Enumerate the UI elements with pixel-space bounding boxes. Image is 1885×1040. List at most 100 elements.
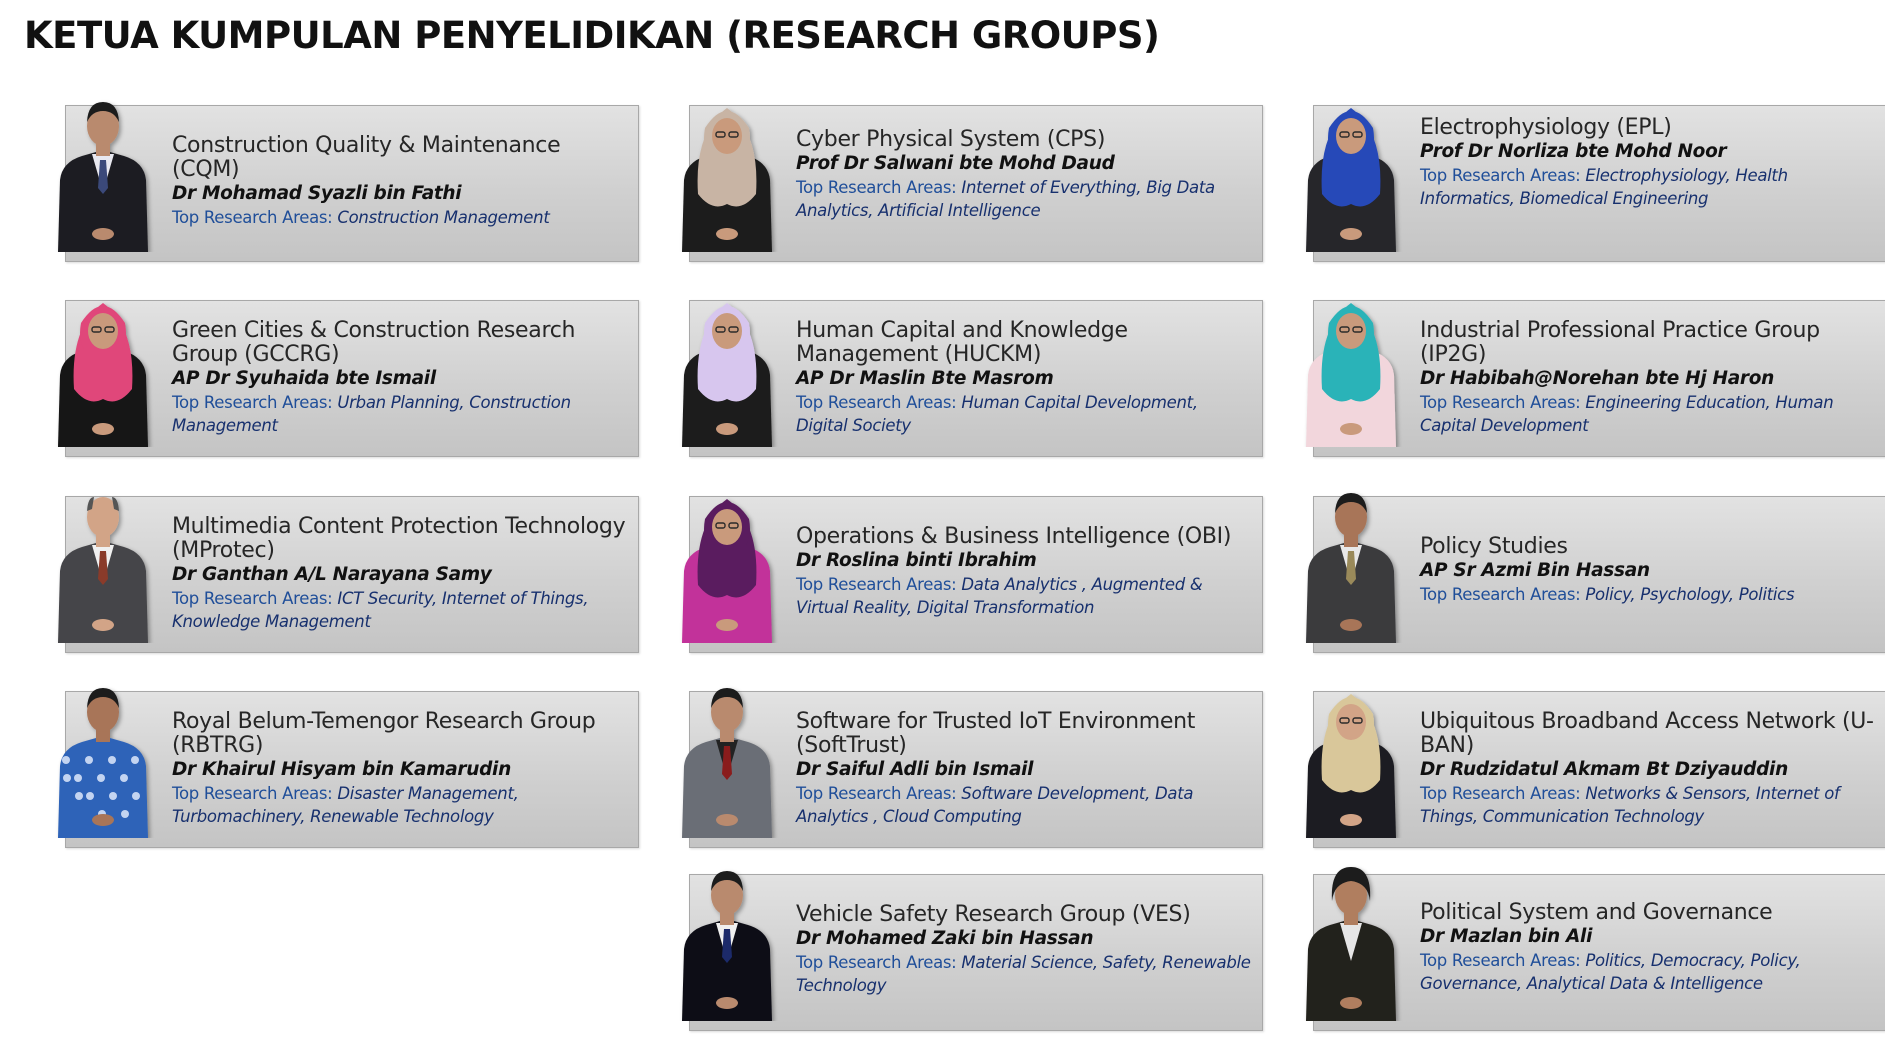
research-group-card: Policy Studies AP Sr Azmi Bin Hassan Top R… bbox=[1306, 493, 1885, 653]
group-name: Green Cities & Construction Research Gro… bbox=[172, 318, 576, 367]
leader-photo bbox=[672, 475, 782, 643]
research-areas: Top Research Areas: Urban Planning, Cons… bbox=[172, 391, 630, 437]
research-group-card: Construction Quality & Maintenance (CQM)… bbox=[58, 102, 639, 262]
group-leader: Dr Mohamed Zaki bin Hassan bbox=[796, 928, 1094, 949]
leader-photo bbox=[672, 84, 782, 252]
research-group-card: Cyber Physical System (CPS) Prof Dr Salwa… bbox=[682, 105, 1263, 262]
leader-photo bbox=[1296, 475, 1406, 643]
group-text: Industrial Professional Practice Group (… bbox=[1420, 319, 1878, 437]
research-areas-label: Top Research Areas: bbox=[796, 784, 962, 803]
research-areas: Top Research Areas: Politics, Democracy,… bbox=[1420, 949, 1878, 995]
research-areas-label: Top Research Areas: bbox=[172, 208, 338, 227]
group-name: Human Capital and Knowledge Management (… bbox=[796, 318, 1128, 367]
group-text: Multimedia Content Protection Technology… bbox=[172, 515, 630, 633]
leader-photo bbox=[672, 853, 782, 1021]
research-areas-label: Top Research Areas: bbox=[1420, 951, 1586, 970]
research-group-card: Industrial Professional Practice Group (… bbox=[1306, 300, 1885, 457]
research-areas: Top Research Areas: Data Analytics , Aug… bbox=[796, 573, 1254, 619]
research-group-card: Vehicle Safety Research Group (VES) Dr Mo… bbox=[682, 871, 1263, 1031]
group-text: Construction Quality & Maintenance (CQM)… bbox=[172, 134, 630, 229]
leader-photo bbox=[48, 475, 158, 643]
research-group-card: Green Cities & Construction Research Gro… bbox=[58, 300, 639, 457]
group-text: Cyber Physical System (CPS) Prof Dr Salwa… bbox=[796, 128, 1254, 222]
research-areas: Top Research Areas: Electrophysiology, H… bbox=[1420, 164, 1878, 210]
research-areas-label: Top Research Areas: bbox=[172, 393, 338, 412]
research-areas-label: Top Research Areas: bbox=[796, 575, 962, 594]
group-leader: Dr Roslina binti Ibrahim bbox=[796, 550, 1037, 571]
group-leader: Dr Ganthan A/L Narayana Samy bbox=[172, 564, 492, 585]
group-name: Ubiquitous Broadband Access Network (U-B… bbox=[1420, 709, 1874, 758]
leader-photo bbox=[1296, 279, 1406, 447]
group-text: Software for Trusted IoT Environment (So… bbox=[796, 710, 1254, 828]
research-areas: Top Research Areas: Engineering Educatio… bbox=[1420, 391, 1878, 437]
research-group-card: Operations & Business Intelligence (OBI)… bbox=[682, 496, 1263, 653]
research-areas: Top Research Areas: Software Development… bbox=[796, 782, 1254, 828]
research-areas: Top Research Areas: ICT Security, Intern… bbox=[172, 587, 630, 633]
leader-photo bbox=[672, 279, 782, 447]
leader-photo bbox=[48, 279, 158, 447]
research-areas: Top Research Areas: Material Science, Sa… bbox=[796, 951, 1254, 997]
group-leader: Dr Saiful Adli bin Ismail bbox=[796, 759, 1034, 780]
group-text: Political System and Governance Dr Mazlan… bbox=[1420, 901, 1878, 995]
group-name: Cyber Physical System (CPS) bbox=[796, 127, 1106, 152]
group-text: Vehicle Safety Research Group (VES) Dr Mo… bbox=[796, 903, 1254, 997]
group-name: Construction Quality & Maintenance (CQM) bbox=[172, 133, 561, 182]
research-areas: Top Research Areas: Internet of Everythi… bbox=[796, 176, 1254, 222]
research-group-card: Ubiquitous Broadband Access Network (U-B… bbox=[1306, 691, 1885, 848]
research-areas-label: Top Research Areas: bbox=[172, 784, 338, 803]
research-areas: Top Research Areas: Construction Managem… bbox=[172, 206, 630, 229]
group-name: Political System and Governance bbox=[1420, 900, 1773, 925]
research-areas-label: Top Research Areas: bbox=[1420, 393, 1586, 412]
leader-photo bbox=[48, 84, 158, 252]
research-areas-label: Top Research Areas: bbox=[1420, 585, 1586, 604]
research-areas-label: Top Research Areas: bbox=[796, 178, 962, 197]
research-areas-label: Top Research Areas: bbox=[172, 589, 338, 608]
research-areas-label: Top Research Areas: bbox=[796, 393, 962, 412]
group-name: Industrial Professional Practice Group (… bbox=[1420, 318, 1820, 367]
group-name: Electrophysiology (EPL) bbox=[1420, 115, 1672, 140]
research-areas-value: Policy, Psychology, Politics bbox=[1585, 585, 1795, 604]
leader-photo bbox=[1296, 670, 1406, 838]
research-group-card: Royal Belum-Temengor Research Group (RBT… bbox=[58, 688, 639, 848]
group-text: Human Capital and Knowledge Management (… bbox=[796, 319, 1254, 437]
leader-photo bbox=[48, 670, 158, 838]
group-text: Policy Studies AP Sr Azmi Bin Hassan Top R… bbox=[1420, 535, 1878, 606]
research-areas-value: Construction Management bbox=[337, 208, 550, 227]
group-name: Vehicle Safety Research Group (VES) bbox=[796, 902, 1191, 927]
group-leader: Dr Rudzidatul Akmam Bt Dziyauddin bbox=[1420, 759, 1788, 780]
page-title: KETUA KUMPULAN PENYELIDIKAN (RESEARCH GR… bbox=[24, 14, 1160, 57]
group-leader: Dr Mohamad Syazli bin Fathi bbox=[172, 183, 462, 204]
group-name: Royal Belum-Temengor Research Group (RBT… bbox=[172, 709, 596, 758]
research-areas: Top Research Areas: Human Capital Develo… bbox=[796, 391, 1254, 437]
group-leader: Dr Habibah@Norehan bte Hj Haron bbox=[1420, 368, 1775, 389]
group-text: Electrophysiology (EPL) Prof Dr Norliza b… bbox=[1420, 116, 1878, 210]
leader-photo bbox=[1296, 853, 1406, 1021]
group-leader: Dr Khairul Hisyam bin Kamarudin bbox=[172, 759, 511, 780]
group-leader: AP Dr Maslin Bte Masrom bbox=[796, 368, 1054, 389]
research-group-card: Multimedia Content Protection Technology… bbox=[58, 496, 639, 653]
research-areas: Top Research Areas: Disaster Management,… bbox=[172, 782, 630, 828]
group-name: Multimedia Content Protection Technology… bbox=[172, 514, 626, 563]
group-name: Operations & Business Intelligence (OBI) bbox=[796, 524, 1232, 549]
group-name: Software for Trusted IoT Environment (So… bbox=[796, 709, 1196, 758]
group-text: Green Cities & Construction Research Gro… bbox=[172, 319, 630, 437]
group-text: Royal Belum-Temengor Research Group (RBT… bbox=[172, 710, 630, 828]
research-areas-label: Top Research Areas: bbox=[1420, 784, 1586, 803]
research-group-card: Political System and Governance Dr Mazlan… bbox=[1306, 867, 1885, 1031]
research-areas-label: Top Research Areas: bbox=[1420, 166, 1586, 185]
leader-photo bbox=[672, 670, 782, 838]
group-leader: Prof Dr Salwani bte Mohd Daud bbox=[796, 153, 1115, 174]
group-text: Ubiquitous Broadband Access Network (U-B… bbox=[1420, 710, 1878, 828]
group-leader: AP Sr Azmi Bin Hassan bbox=[1420, 560, 1650, 581]
research-areas: Top Research Areas: Networks & Sensors, … bbox=[1420, 782, 1878, 828]
group-leader: Prof Dr Norliza bte Mohd Noor bbox=[1420, 141, 1727, 162]
research-areas: Top Research Areas: Policy, Psychology, … bbox=[1420, 583, 1878, 606]
research-group-card: Software for Trusted IoT Environment (So… bbox=[682, 688, 1263, 848]
research-areas-label: Top Research Areas: bbox=[796, 953, 962, 972]
group-text: Operations & Business Intelligence (OBI)… bbox=[796, 525, 1254, 619]
leader-photo bbox=[1296, 84, 1406, 252]
group-name: Policy Studies bbox=[1420, 534, 1568, 559]
research-group-card: Electrophysiology (EPL) Prof Dr Norliza b… bbox=[1306, 105, 1885, 262]
group-leader: AP Dr Syuhaida bte Ismail bbox=[172, 368, 436, 389]
group-leader: Dr Mazlan bin Ali bbox=[1420, 926, 1593, 947]
